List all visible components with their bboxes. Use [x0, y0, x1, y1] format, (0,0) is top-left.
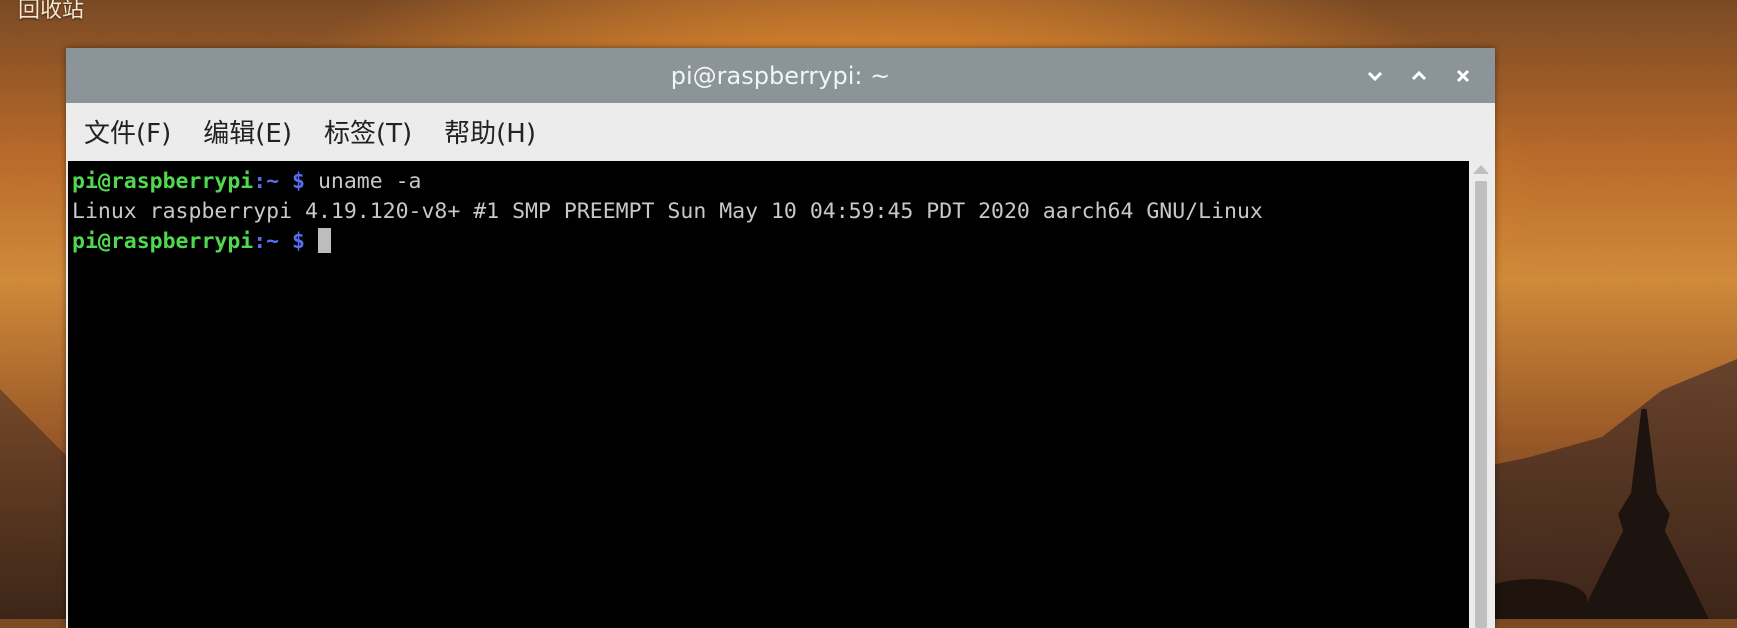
menu-file[interactable]: 文件(F)	[76, 113, 187, 150]
scroll-thumb[interactable]	[1475, 181, 1487, 628]
scroll-up-arrow-icon[interactable]	[1473, 165, 1489, 174]
prompt-user: pi@raspberrypi	[72, 229, 254, 254]
terminal-line: pi@raspberrypi:~ $ uname -a	[72, 167, 1469, 197]
menu-bar: 文件(F) 编辑(E) 标签(T) 帮助(H)	[66, 103, 1495, 159]
terminal-line: pi@raspberrypi:~ $	[72, 227, 1469, 257]
command-text	[305, 229, 318, 254]
text-cursor	[317, 228, 331, 253]
maximize-button[interactable]	[1397, 56, 1441, 96]
close-button[interactable]	[1441, 56, 1485, 96]
terminal-output[interactable]: pi@raspberrypi:~ $ uname -a Linux raspber…	[68, 161, 1469, 628]
window-title: pi@raspberrypi: ~	[670, 61, 891, 90]
terminal-line: Linux raspberrypi 4.19.120-v8+ #1 SMP PR…	[72, 197, 1469, 227]
command-text: uname -a	[305, 169, 422, 194]
chevron-down-icon	[1367, 71, 1383, 81]
terminal-window: pi@raspberrypi: ~ 文件(F) 编辑(E) 标签(T) 帮助(H…	[66, 48, 1495, 628]
chevron-up-icon	[1411, 70, 1427, 80]
prompt-user: pi@raspberrypi	[72, 169, 254, 194]
command-output: Linux raspberrypi 4.19.120-v8+ #1 SMP PR…	[72, 199, 1263, 224]
minimize-button[interactable]	[1353, 56, 1397, 96]
terminal-area: pi@raspberrypi:~ $ uname -a Linux raspber…	[68, 161, 1493, 628]
desktop-trash-label[interactable]: 回收站	[18, 0, 84, 24]
titlebar[interactable]: pi@raspberrypi: ~	[66, 48, 1495, 103]
close-icon	[1456, 69, 1470, 82]
menu-tabs[interactable]: 标签(T)	[316, 113, 428, 150]
prompt-path: :~ $	[253, 169, 305, 194]
prompt-path: :~ $	[253, 229, 305, 254]
vertical-scrollbar[interactable]	[1469, 161, 1493, 628]
menu-edit[interactable]: 编辑(E)	[195, 113, 308, 150]
menu-help[interactable]: 帮助(H)	[436, 113, 552, 150]
window-controls	[1353, 48, 1485, 103]
